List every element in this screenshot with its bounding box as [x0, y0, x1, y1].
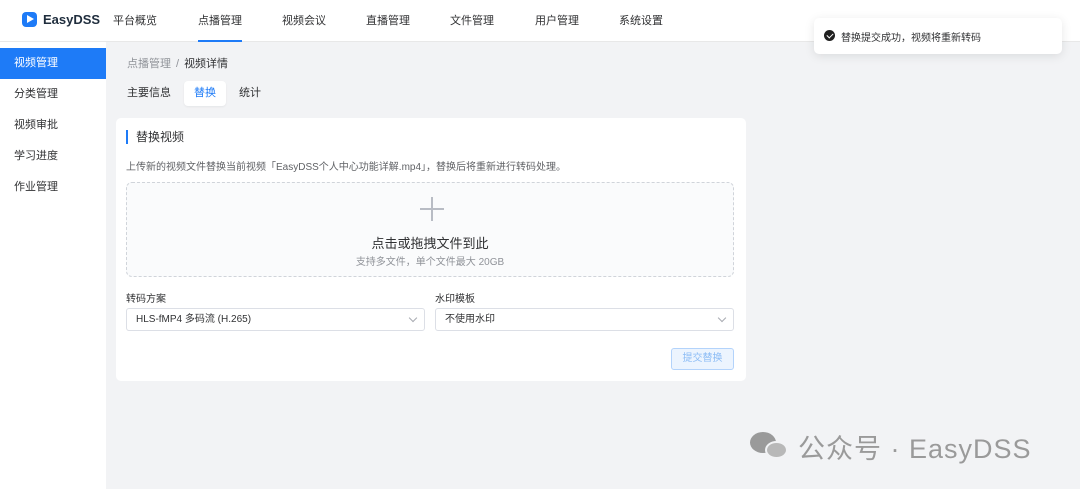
- nav-item-user-management[interactable]: 用户管理: [535, 0, 579, 42]
- success-toast: 替换提交成功，视频将重新转码: [814, 18, 1062, 54]
- play-logo-icon: [22, 12, 37, 27]
- chevron-down-icon: [408, 313, 418, 323]
- transcode-select[interactable]: HLS-fMP4 多码流 (H.265): [126, 308, 425, 331]
- chevron-down-icon: [717, 313, 727, 323]
- sidebar-item-video-management[interactable]: 视频管理: [0, 48, 106, 79]
- nav-item-video-conference[interactable]: 视频会议: [282, 0, 326, 42]
- transcode-select-value: HLS-fMP4 多码流 (H.265): [136, 314, 252, 325]
- sidebar: 视频管理 分类管理 视频审批 学习进度 作业管理: [0, 42, 106, 489]
- card-title: 替换视频: [126, 130, 184, 144]
- tab-statistics[interactable]: 统计: [229, 81, 271, 106]
- sidebar-item-homework-management[interactable]: 作业管理: [0, 172, 106, 203]
- watermark-label: 水印模板: [435, 294, 475, 305]
- breadcrumb-current: 视频详情: [184, 58, 229, 70]
- replace-video-card: 替换视频 上传新的视频文件替换当前视频「EasyDSS个人中心功能详解.mp4」…: [116, 118, 746, 381]
- dropzone-sub-text: 支持多文件，单个文件最大 20GB: [355, 257, 505, 268]
- check-circle-icon: [824, 30, 835, 41]
- detail-tabs: 主要信息 替换 统计: [117, 81, 274, 106]
- sidebar-item-category-management[interactable]: 分类管理: [0, 79, 106, 110]
- plus-icon: [420, 197, 444, 221]
- breadcrumb: 点播管理 / 视频详情: [127, 55, 228, 71]
- app-name: EasyDSS: [43, 12, 101, 27]
- nav-item-platform-overview[interactable]: 平台概览: [113, 0, 157, 42]
- wechat-icon: [750, 430, 790, 462]
- nav-item-system-settings[interactable]: 系统设置: [619, 0, 663, 42]
- watermark-select-value: 不使用水印: [445, 314, 495, 325]
- transcode-label: 转码方案: [126, 294, 166, 305]
- wechat-watermark: 公众号 · EasyDSS: [750, 426, 1032, 466]
- dropzone-main-text: 点击或拖拽文件到此: [371, 236, 489, 251]
- nav-item-vod-management[interactable]: 点播管理: [198, 0, 242, 42]
- submit-replace-button[interactable]: 提交替换: [671, 348, 734, 370]
- tab-main-info[interactable]: 主要信息: [117, 81, 181, 106]
- replace-description: 上传新的视频文件替换当前视频「EasyDSS个人中心功能详解.mp4」，替换后将…: [126, 162, 567, 173]
- nav-item-live-management[interactable]: 直播管理: [366, 0, 410, 42]
- toast-message: 替换提交成功，视频将重新转码: [841, 33, 981, 44]
- sidebar-item-learning-progress[interactable]: 学习进度: [0, 141, 106, 172]
- watermark-text: 公众号 · EasyDSS: [798, 433, 1032, 464]
- app-logo[interactable]: EasyDSS: [22, 12, 100, 27]
- watermark-select[interactable]: 不使用水印: [435, 308, 734, 331]
- breadcrumb-parent-link[interactable]: 点播管理: [127, 58, 171, 70]
- sidebar-item-video-approval[interactable]: 视频审批: [0, 110, 106, 141]
- breadcrumb-separator: /: [176, 58, 180, 70]
- tab-replace[interactable]: 替换: [184, 81, 226, 106]
- nav-item-file-management[interactable]: 文件管理: [450, 0, 494, 42]
- upload-dropzone[interactable]: 点击或拖拽文件到此 支持多文件，单个文件最大 20GB: [126, 182, 734, 277]
